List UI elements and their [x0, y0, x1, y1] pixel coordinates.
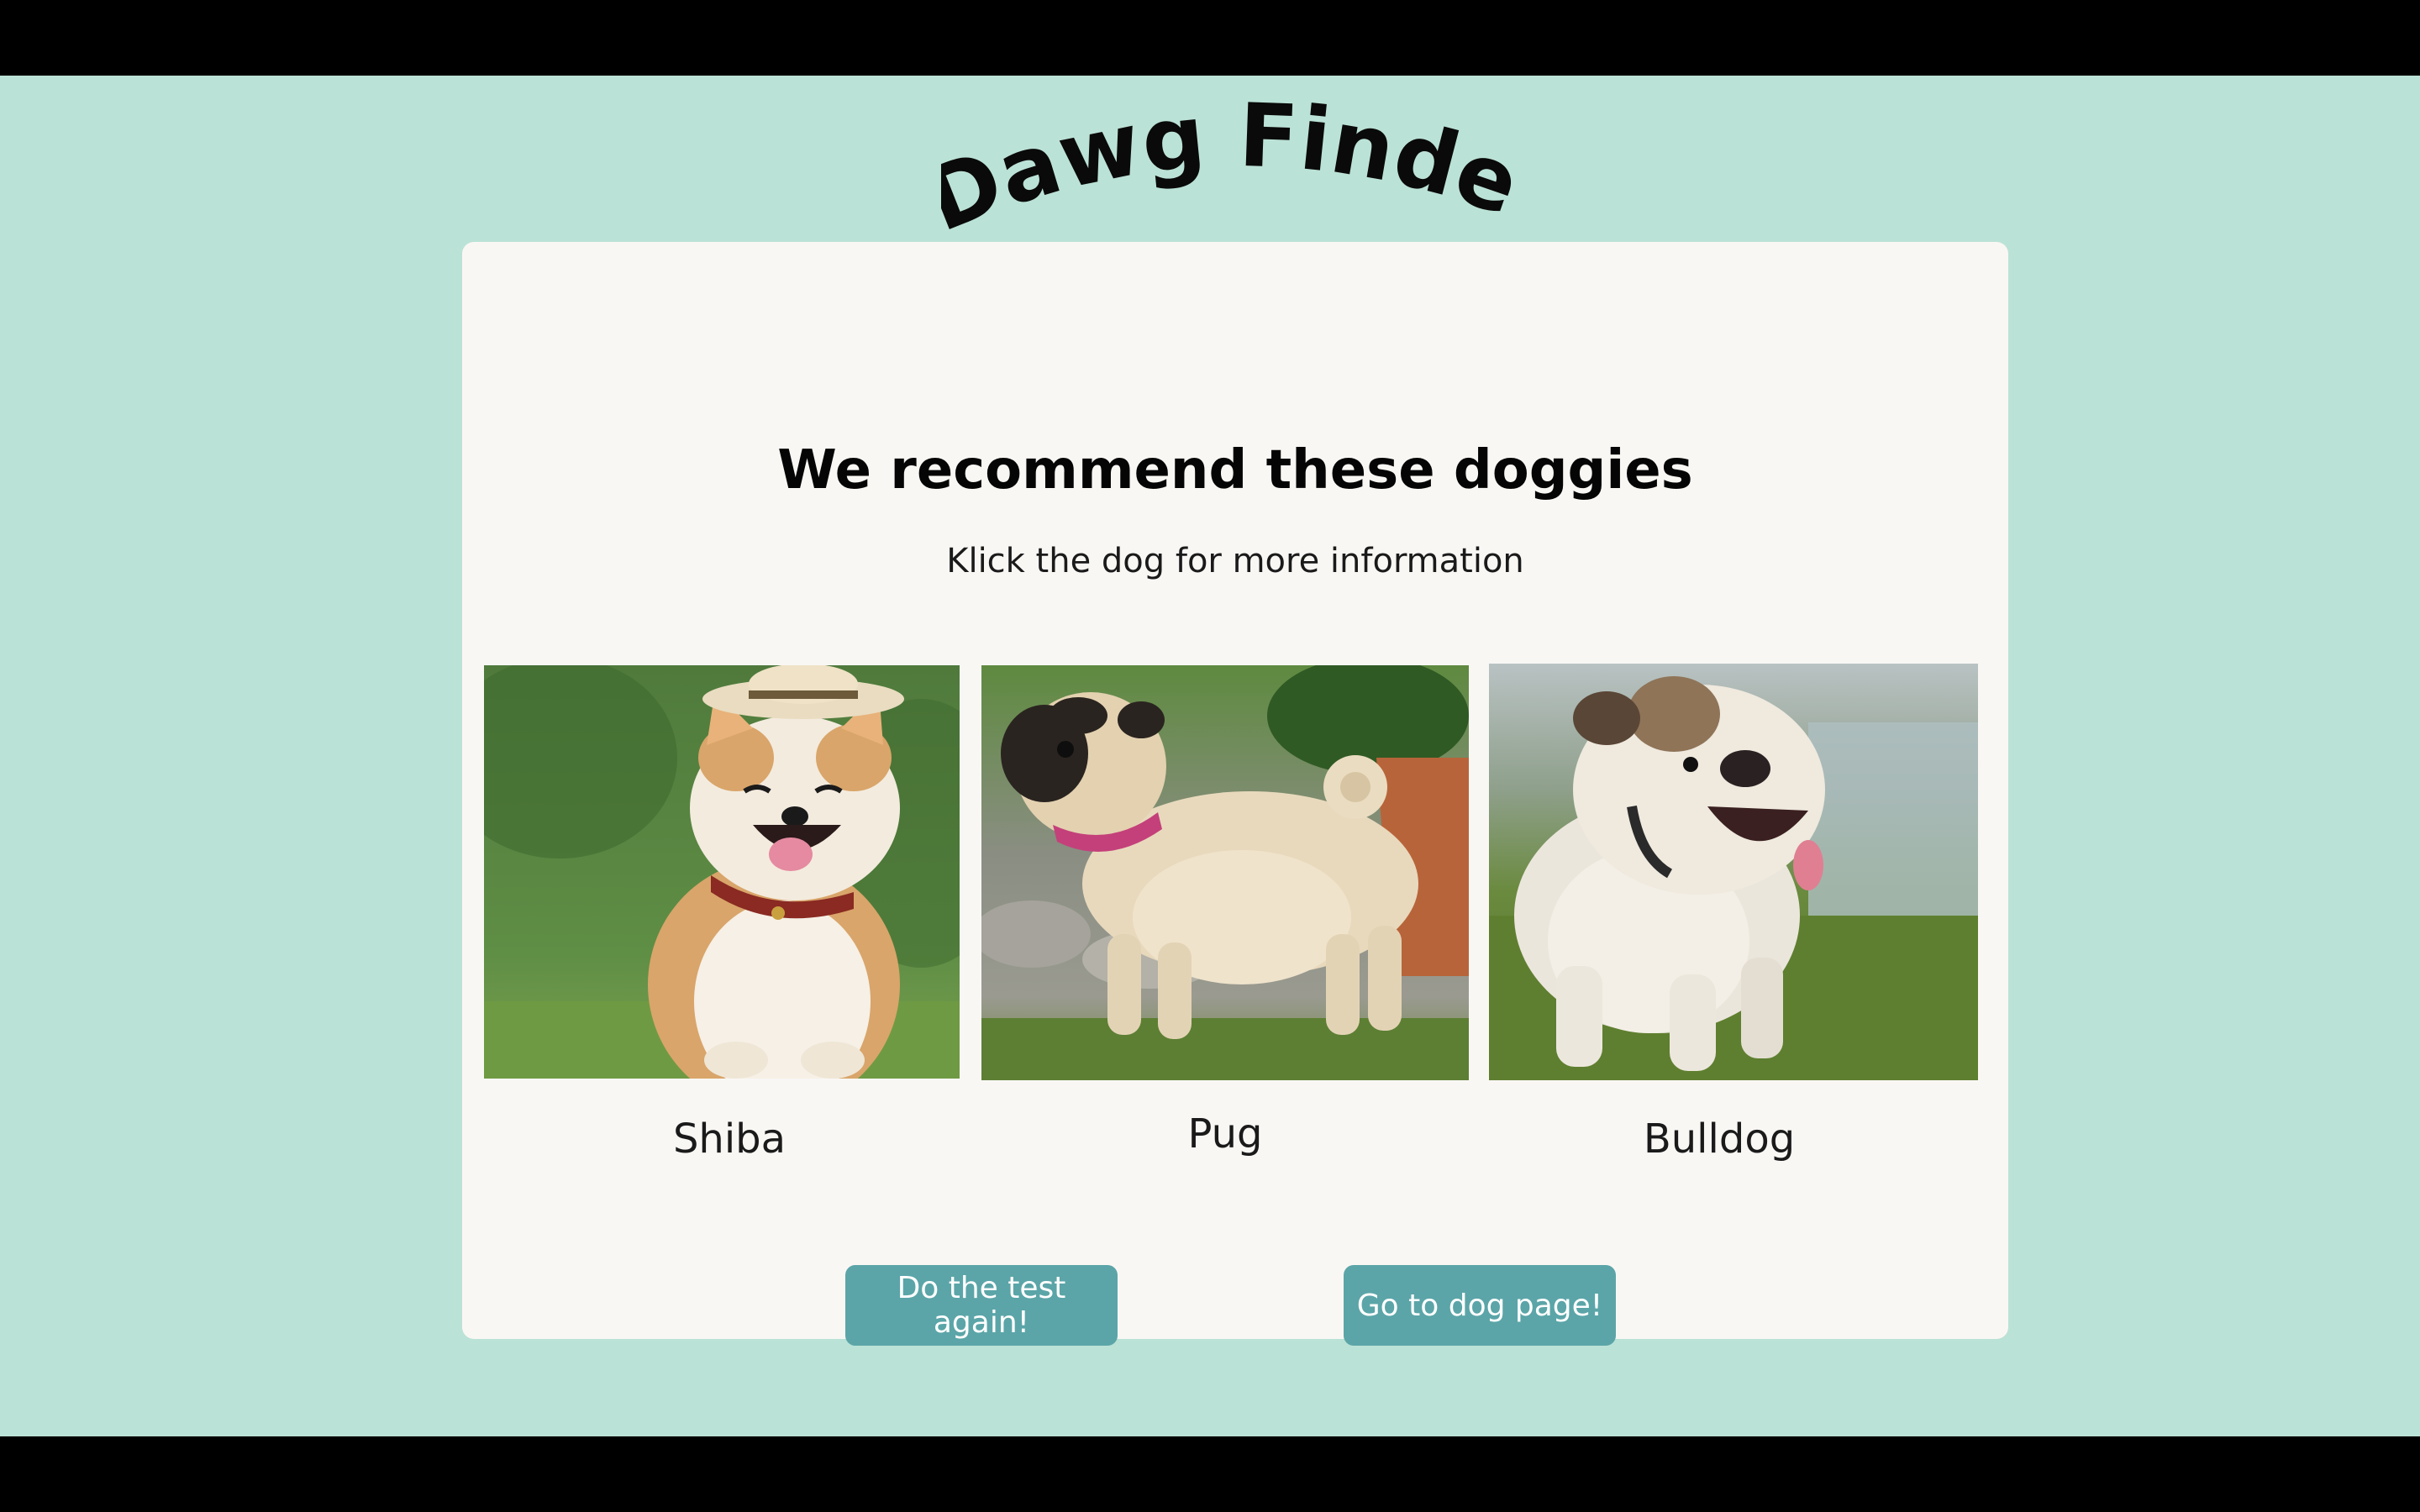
page-title: We recommend these doggies	[777, 439, 1693, 501]
bulldog-photo[interactable]	[1489, 664, 1978, 1080]
dog-card-pug[interactable]: Pug	[981, 665, 1469, 1169]
app-viewport: Dawg Finder We recommend these doggies K…	[0, 76, 2420, 1436]
shiba-photo[interactable]	[484, 665, 960, 1079]
logo-text: Dawg Finder	[941, 76, 1532, 244]
go-to-dog-page-button[interactable]: Go to dog page!	[1344, 1265, 1616, 1346]
logo-arc: Dawg Finder	[941, 76, 1532, 244]
app-logo[interactable]: Dawg Finder	[941, 76, 1546, 244]
dog-card-bulldog[interactable]: Bulldog	[1489, 664, 1978, 1171]
dog-name-bulldog[interactable]: Bulldog	[1422, 1119, 2017, 1159]
dog-name-pug[interactable]: Pug	[981, 1114, 1469, 1154]
results-card: We recommend these doggies Klick the dog…	[462, 242, 2008, 1346]
letterbox-top	[0, 0, 2420, 76]
dog-card-shiba[interactable]: Shiba	[484, 665, 960, 1169]
dog-name-shiba[interactable]: Shiba	[484, 1119, 975, 1159]
retry-test-button[interactable]: Do the test again!	[845, 1265, 1118, 1346]
pug-photo[interactable]	[981, 665, 1469, 1080]
letterbox-bottom	[0, 1436, 2420, 1512]
page-subtitle: Klick the dog for more information	[946, 542, 1524, 580]
